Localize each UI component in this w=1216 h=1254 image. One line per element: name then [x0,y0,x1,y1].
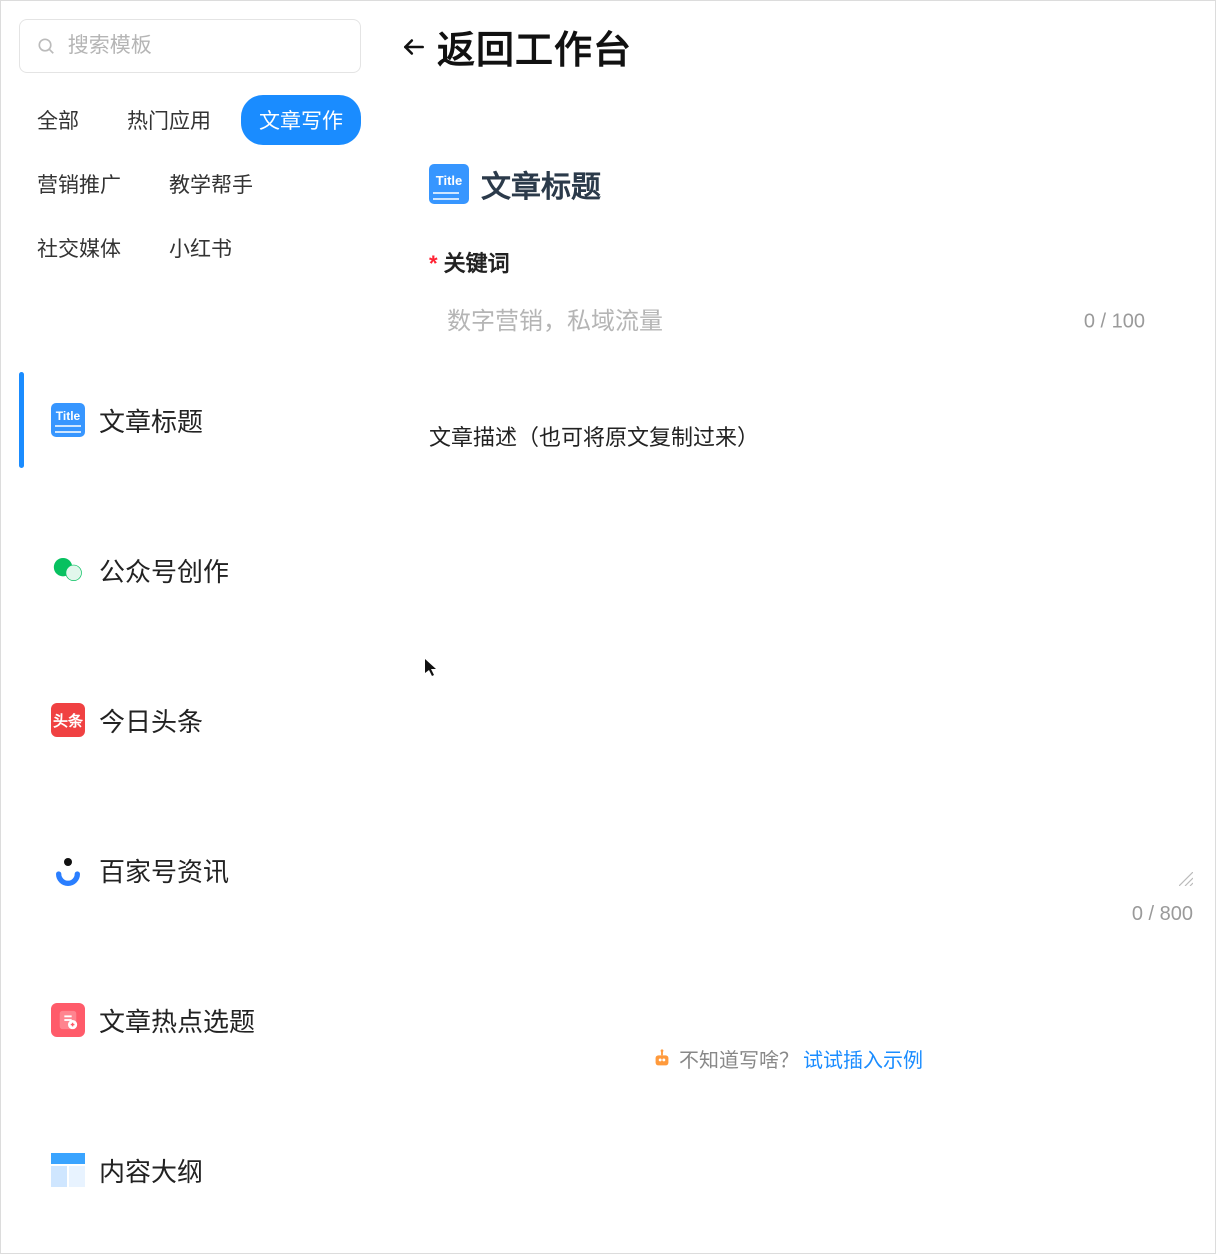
template-label: 公众号创作 [99,552,229,589]
template-item-toutiao[interactable]: 头条 今日头条 [1,645,379,795]
category-tabs: 全部 热门应用 文章写作 营销推广 教学帮手 社交媒体 小红书 [1,95,379,273]
form: Title 文章标题 *关键词 0 / 100 文章描述（也可将原文复制过来） … [379,74,1215,1253]
keyword-input-row: 0 / 100 [429,294,1145,350]
title-icon: Title [51,403,85,437]
template-item-baijia[interactable]: 百家号资讯 [1,795,379,945]
cat-xhs[interactable]: 小红书 [151,223,250,273]
template-list: Title 文章标题 公众号创作 头条 今日头条 [1,345,379,1253]
search-icon [36,35,56,57]
sidebar: 全部 热门应用 文章写作 营销推广 教学帮手 社交媒体 小红书 Title 文章… [1,1,379,1253]
template-item-hotspot[interactable]: 文章热点选题 [1,945,379,1095]
toutiao-icon: 头条 [51,703,85,737]
baijia-icon [51,853,85,887]
hint-row: 不知道写啥？ 试试插入示例 [429,1044,1145,1073]
description-textarea[interactable] [429,472,1145,892]
resize-handle-icon[interactable] [1179,872,1193,886]
template-label: 今日头条 [99,702,203,739]
description-counter: 0 / 800 [429,903,1193,926]
description-field: 文章描述（也可将原文复制过来） 0 / 800 [429,420,1145,926]
main-panel: 返回工作台 Title 文章标题 *关键词 0 / 100 文章描述（也可将原文… [379,1,1215,1253]
cat-marketing[interactable]: 营销推广 [19,159,139,209]
cat-teaching[interactable]: 教学帮手 [151,159,271,209]
template-item-outline[interactable]: 内容大纲 [1,1095,379,1245]
cat-hot[interactable]: 热门应用 [109,95,229,145]
template-item-wechat[interactable]: 公众号创作 [1,495,379,645]
template-label: 百家号资讯 [99,852,229,889]
keyword-counter: 0 / 100 [1084,311,1145,334]
cat-all[interactable]: 全部 [19,95,97,145]
title-icon: Title [429,164,469,204]
wechat-icon [51,553,85,587]
outline-icon [51,1153,85,1187]
required-mark: * [429,251,438,276]
bot-icon [651,1047,673,1071]
hint-question: 不知道写啥？ [679,1044,799,1073]
description-label: 文章描述（也可将原文复制过来） [429,420,1145,452]
template-item-title[interactable]: Title 文章标题 [1,345,379,495]
form-title-row: Title 文章标题 [429,162,1145,206]
search-wrap [1,19,379,95]
template-label: 文章标题 [99,402,203,439]
template-label: 内容大纲 [99,1152,203,1189]
hint-action[interactable]: 试试插入示例 [803,1044,923,1073]
cat-social[interactable]: 社交媒体 [19,223,139,273]
back-button[interactable]: 返回工作台 [379,1,1215,74]
search-input[interactable] [68,34,344,58]
search-box[interactable] [19,19,361,73]
back-arrow-icon [399,32,429,62]
form-title: 文章标题 [481,162,601,206]
hot-topic-icon [51,1003,85,1037]
template-label: 文章热点选题 [99,1002,255,1039]
back-label: 返回工作台 [437,19,632,74]
keyword-input[interactable] [429,294,1145,350]
keyword-label: *关键词 [429,246,1145,278]
cat-writing[interactable]: 文章写作 [241,95,361,145]
app-root: 全部 热门应用 文章写作 营销推广 教学帮手 社交媒体 小红书 Title 文章… [0,0,1216,1254]
